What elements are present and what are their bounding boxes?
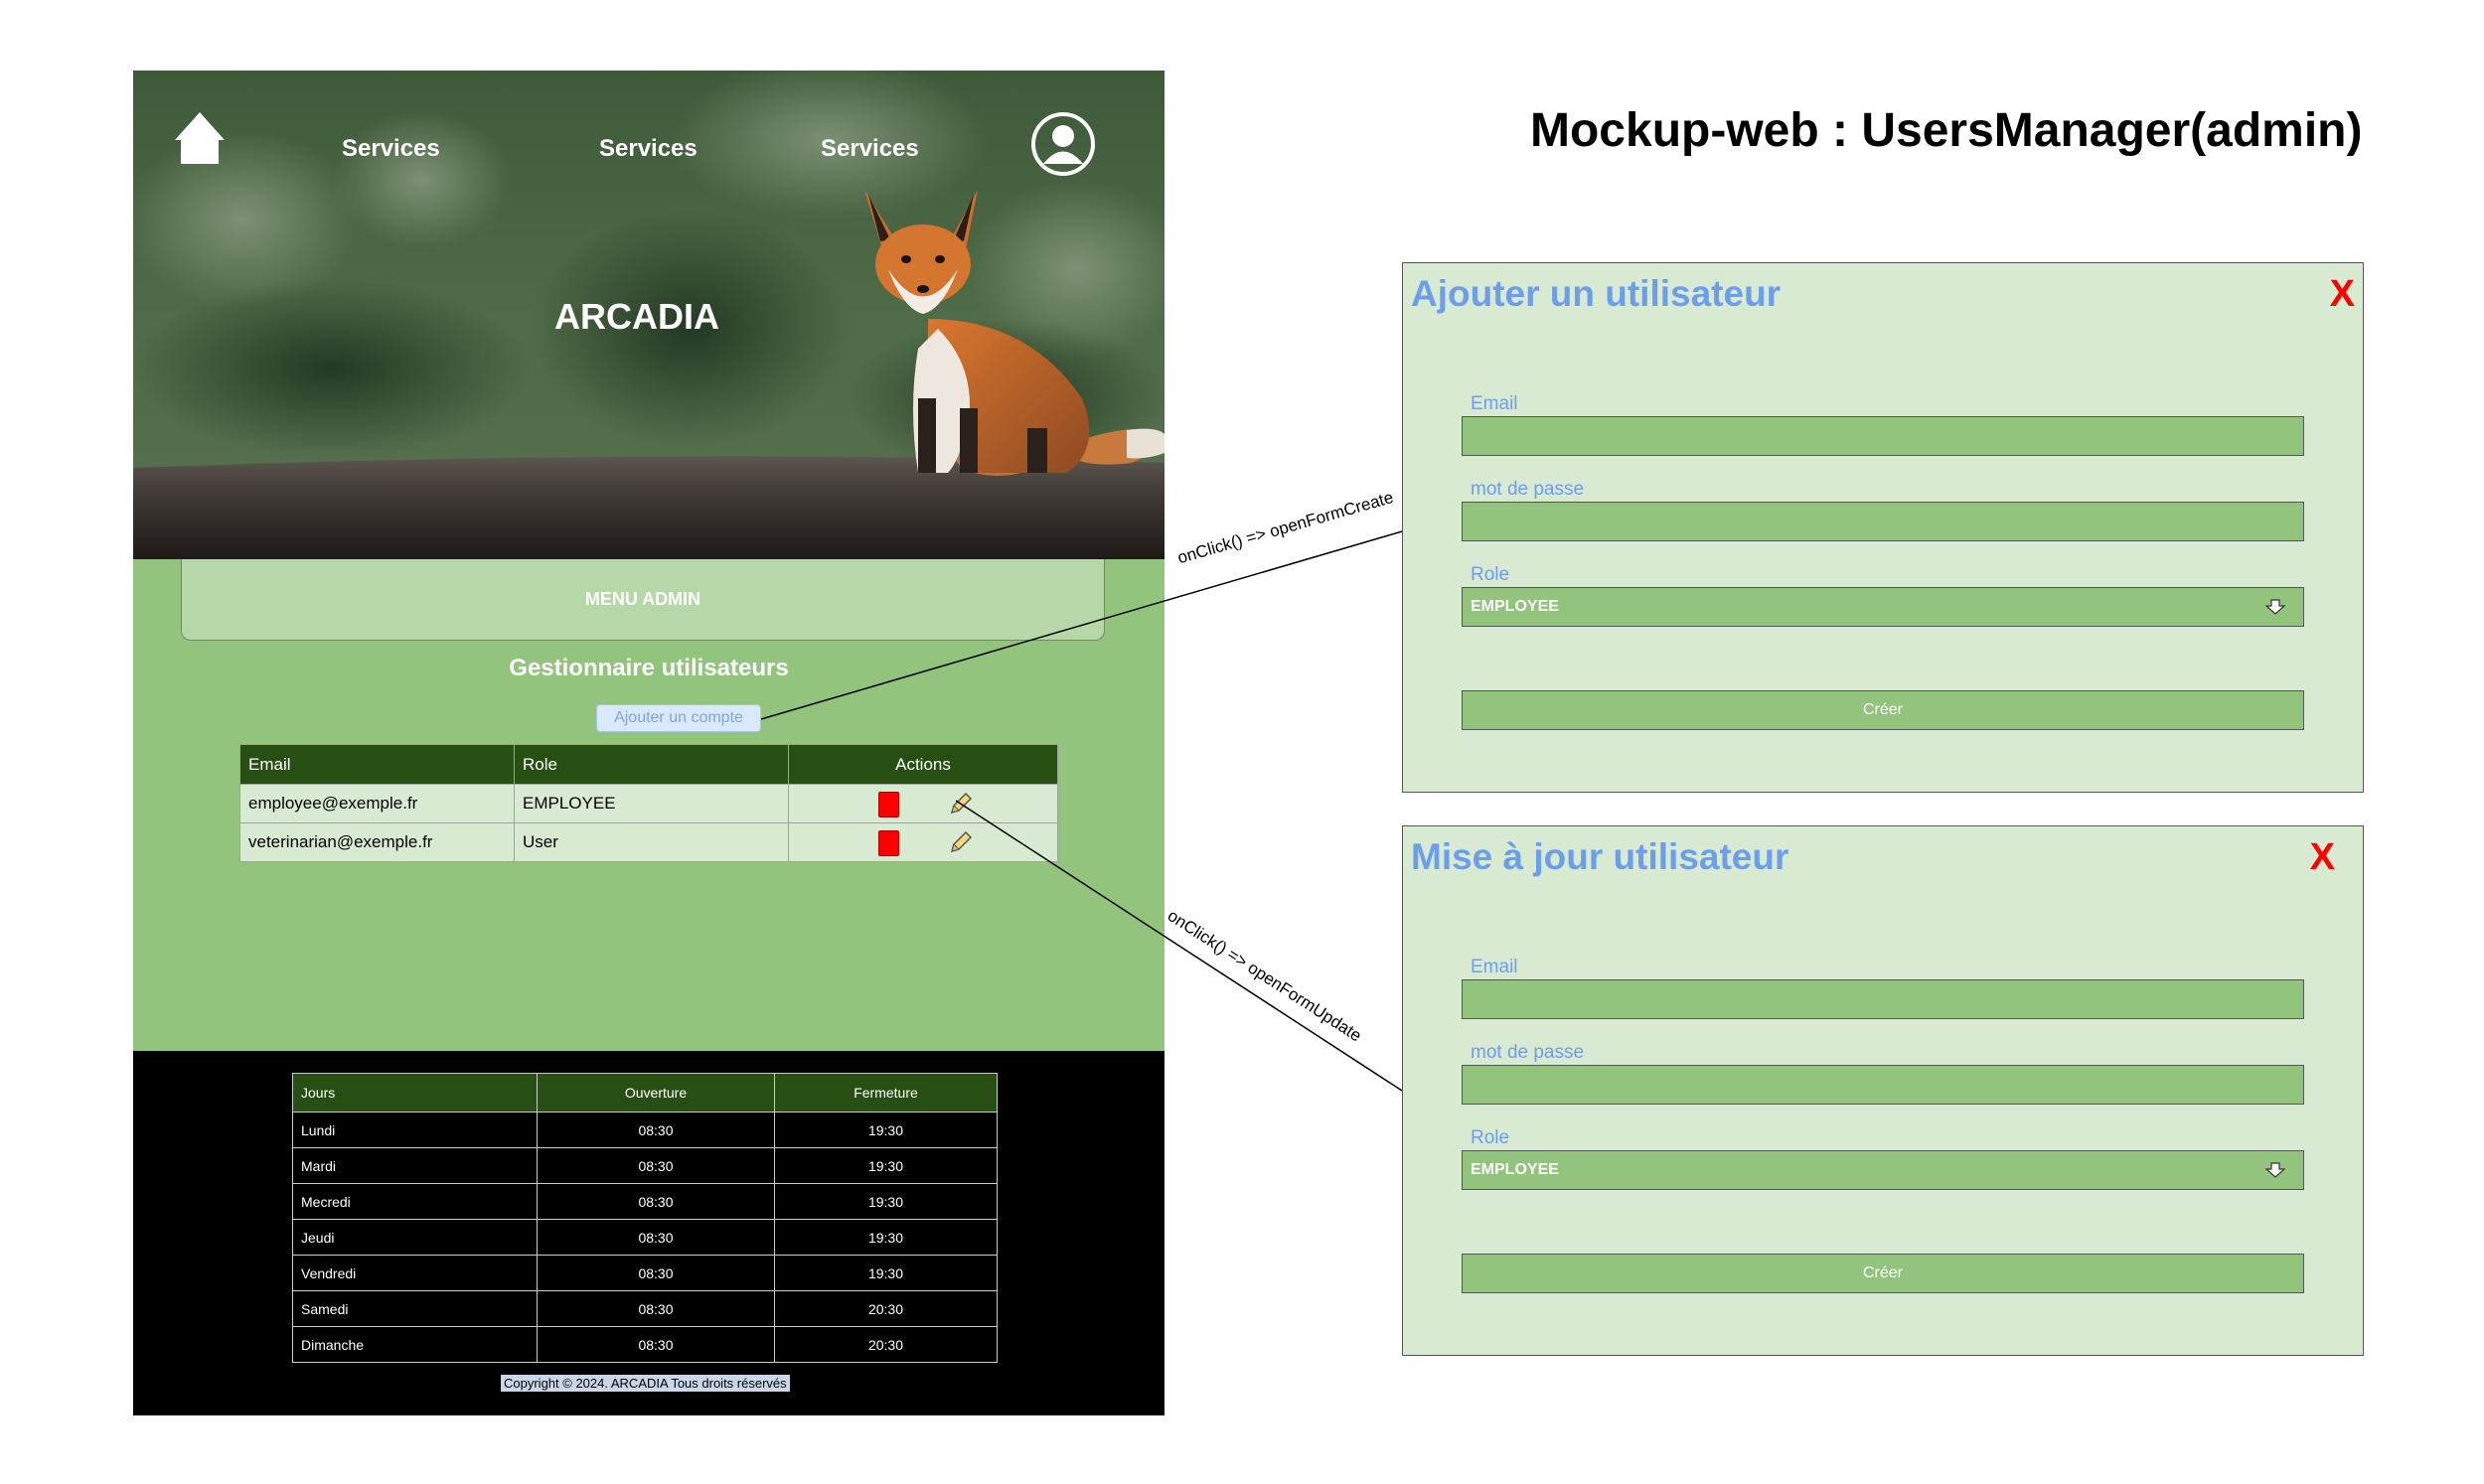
role-label: Role (1471, 1127, 1510, 1148)
modal-title: Mise à jour utilisateur (1411, 836, 1789, 877)
password-label: mot de passe (1471, 1042, 1585, 1063)
modal-title: Ajouter un utilisateur (1411, 273, 1782, 314)
role-select[interactable]: EMPLOYEE (1462, 1150, 2304, 1190)
role-select-value: EMPLOYEE (1471, 1161, 1559, 1178)
password-field[interactable] (1462, 502, 2304, 541)
connector-update-line (955, 800, 1403, 1092)
email-label: Email (1471, 957, 1518, 977)
password-label: mot de passe (1471, 479, 1585, 500)
password-field[interactable] (1462, 1065, 2304, 1105)
role-select-value: EMPLOYEE (1471, 598, 1559, 615)
create-button[interactable]: Créer (1462, 690, 2304, 730)
email-label: Email (1471, 393, 1518, 414)
chevron-down-icon (2264, 598, 2286, 616)
role-select[interactable]: EMPLOYEE (1462, 587, 2304, 627)
close-icon[interactable]: X (2310, 836, 2335, 879)
update-user-modal: Mise à jour utilisateur X Email mot de p… (1402, 825, 2364, 1356)
email-field[interactable] (1462, 416, 2304, 456)
email-field[interactable] (1462, 979, 2304, 1019)
create-user-modal: Ajouter un utilisateur X Email mot de pa… (1402, 262, 2364, 793)
close-icon[interactable]: X (2330, 273, 2355, 316)
create-button[interactable]: Créer (1462, 1254, 2304, 1293)
connector-create-line (760, 530, 1403, 720)
chevron-down-icon (2264, 1161, 2286, 1179)
role-label: Role (1471, 564, 1510, 585)
